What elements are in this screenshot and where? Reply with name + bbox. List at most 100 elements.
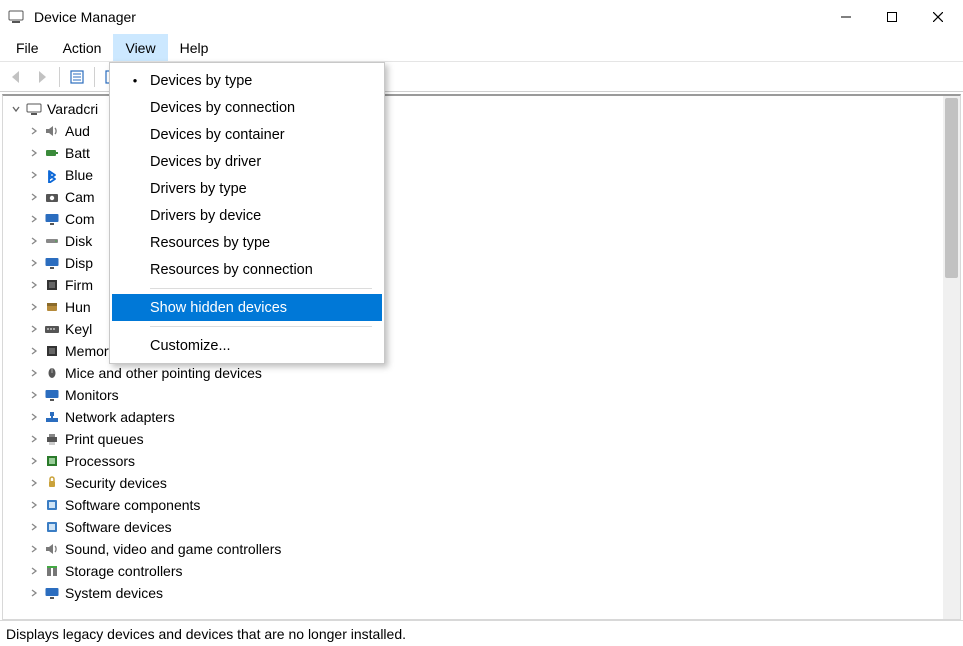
- view-resources-by-type[interactable]: Resources by type: [112, 229, 382, 256]
- chevron-right-icon[interactable]: [27, 344, 41, 358]
- battery-icon: [43, 144, 61, 162]
- scrollbar-thumb[interactable]: [945, 98, 958, 278]
- tree-category-label: Blue: [65, 167, 93, 183]
- tree-category[interactable]: System devices: [27, 582, 942, 604]
- view-drivers-by-type[interactable]: Drivers by type: [112, 175, 382, 202]
- chip-icon: [43, 276, 61, 294]
- tree-category[interactable]: Storage controllers: [27, 560, 942, 582]
- tree-category[interactable]: Software components: [27, 494, 942, 516]
- keyboard-icon: [43, 320, 61, 338]
- menu-help[interactable]: Help: [168, 34, 221, 61]
- bluetooth-icon: [43, 166, 61, 184]
- view-drivers-by-device[interactable]: Drivers by device: [112, 202, 382, 229]
- tree-category-label: Batt: [65, 145, 90, 161]
- chevron-right-icon[interactable]: [27, 454, 41, 468]
- chevron-right-icon[interactable]: [27, 234, 41, 248]
- tree-category-label: Firm: [65, 277, 93, 293]
- tree-category-label: Print queues: [65, 431, 144, 447]
- tree-category-label: Cam: [65, 189, 95, 205]
- computer-icon: [25, 100, 43, 118]
- tree-category-label: Aud: [65, 123, 90, 139]
- maximize-button[interactable]: [869, 2, 915, 32]
- tree-category-label: Disk: [65, 233, 92, 249]
- tree-category-label: Network adapters: [65, 409, 175, 425]
- chevron-right-icon[interactable]: [27, 278, 41, 292]
- title-text: Device Manager: [34, 9, 136, 25]
- vertical-scrollbar[interactable]: [943, 96, 960, 619]
- toolbar-separator: [59, 67, 60, 87]
- tree-category-label: System devices: [65, 585, 163, 601]
- tree-category[interactable]: Processors: [27, 450, 942, 472]
- tree-category-label: Disp: [65, 255, 93, 271]
- view-resources-by-connection[interactable]: Resources by connection: [112, 256, 382, 283]
- speaker-icon: [43, 122, 61, 140]
- menu-file[interactable]: File: [4, 34, 51, 61]
- tree-category-label: Software devices: [65, 519, 172, 535]
- chevron-right-icon[interactable]: [27, 476, 41, 490]
- software-icon: [43, 518, 61, 536]
- view-show-hidden-devices[interactable]: Show hidden devices: [112, 294, 382, 321]
- forward-button[interactable]: [30, 65, 54, 89]
- tree-category[interactable]: Sound, video and game controllers: [27, 538, 942, 560]
- tree-category[interactable]: Security devices: [27, 472, 942, 494]
- tree-category-label: Security devices: [65, 475, 167, 491]
- tree-category-label: Storage controllers: [65, 563, 183, 579]
- chevron-right-icon[interactable]: [27, 586, 41, 600]
- view-devices-by-type[interactable]: ●Devices by type: [112, 67, 382, 94]
- chevron-right-icon[interactable]: [27, 564, 41, 578]
- menu-view[interactable]: View: [113, 34, 167, 61]
- statusbar: Displays legacy devices and devices that…: [0, 620, 963, 646]
- monitor-icon: [43, 386, 61, 404]
- close-button[interactable]: [915, 2, 961, 32]
- view-devices-by-container[interactable]: Devices by container: [112, 121, 382, 148]
- chevron-right-icon[interactable]: [27, 520, 41, 534]
- back-button[interactable]: [4, 65, 28, 89]
- cpu-icon: [43, 452, 61, 470]
- chevron-right-icon[interactable]: [27, 432, 41, 446]
- toolbar-separator: [94, 67, 95, 87]
- chevron-right-icon[interactable]: [27, 146, 41, 160]
- tree-category-label: Com: [65, 211, 95, 227]
- chevron-down-icon[interactable]: [9, 102, 23, 116]
- tree-category-label: Software components: [65, 497, 200, 513]
- chevron-right-icon[interactable]: [27, 366, 41, 380]
- properties-button[interactable]: [65, 65, 89, 89]
- view-devices-by-connection[interactable]: Devices by connection: [112, 94, 382, 121]
- view-customize[interactable]: Customize...: [112, 332, 382, 359]
- chevron-right-icon[interactable]: [27, 410, 41, 424]
- chevron-right-icon[interactable]: [27, 498, 41, 512]
- view-dropdown: ●Devices by type Devices by connection D…: [109, 62, 385, 364]
- tree-category-label: Monitors: [65, 387, 119, 403]
- tree-category-label: Mice and other pointing devices: [65, 365, 262, 381]
- bullet-icon: ●: [120, 76, 150, 85]
- root-label: Varadcri: [47, 101, 98, 117]
- storage-icon: [43, 562, 61, 580]
- monitor-icon: [43, 254, 61, 272]
- printer-icon: [43, 430, 61, 448]
- tree-category[interactable]: Print queues: [27, 428, 942, 450]
- minimize-button[interactable]: [823, 2, 869, 32]
- chevron-right-icon[interactable]: [27, 542, 41, 556]
- chevron-right-icon[interactable]: [27, 388, 41, 402]
- tree-category[interactable]: Network adapters: [27, 406, 942, 428]
- chevron-right-icon[interactable]: [27, 300, 41, 314]
- chevron-right-icon[interactable]: [27, 124, 41, 138]
- titlebar: Device Manager: [0, 0, 963, 34]
- view-devices-by-driver[interactable]: Devices by driver: [112, 148, 382, 175]
- software-icon: [43, 496, 61, 514]
- monitor-icon: [43, 210, 61, 228]
- hid-icon: [43, 298, 61, 316]
- chevron-right-icon[interactable]: [27, 322, 41, 336]
- camera-icon: [43, 188, 61, 206]
- chevron-right-icon[interactable]: [27, 212, 41, 226]
- chevron-right-icon[interactable]: [27, 168, 41, 182]
- tree-category[interactable]: Mice and other pointing devices: [27, 362, 942, 384]
- chevron-right-icon[interactable]: [27, 256, 41, 270]
- chevron-right-icon[interactable]: [27, 190, 41, 204]
- menu-action[interactable]: Action: [51, 34, 114, 61]
- tree-category[interactable]: Software devices: [27, 516, 942, 538]
- speaker-icon: [43, 540, 61, 558]
- device-manager-window: Device Manager File Action View Help: [0, 0, 963, 646]
- security-icon: [43, 474, 61, 492]
- tree-category[interactable]: Monitors: [27, 384, 942, 406]
